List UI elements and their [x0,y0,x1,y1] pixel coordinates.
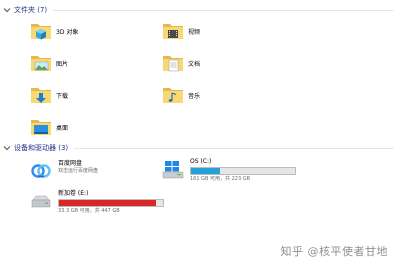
drive-e[interactable]: 新加卷 (E:) 33.3 GB 可用，共 447 GB [30,190,164,215]
baidu-netdisk-item[interactable]: 百度网盘 双击运行百度网盘 [30,160,98,182]
chevron-down-icon[interactable] [2,5,12,15]
folder-pictures[interactable]: 图片 [30,50,68,76]
pictures-folder-icon [30,52,52,74]
folder-downloads[interactable]: 下载 [30,82,68,108]
folder-label: 文档 [188,60,201,68]
videos-folder-icon [162,20,184,42]
folder-label: 下载 [56,92,69,100]
section-divider [53,9,394,11]
folder-label: 音乐 [188,92,201,100]
storage-usage-bar [190,167,296,175]
folder-music[interactable]: 音乐 [162,82,200,108]
drives-section-title: 设备和驱动器 (3) [14,144,69,152]
folders-section-header[interactable]: 文件夹 (7) [0,3,400,17]
folder-label: 3D 对象 [56,28,79,36]
folder-desktop[interactable]: 桌面 [30,114,68,140]
downloads-folder-icon [30,84,52,106]
storage-usage-bar [58,199,164,207]
storage-usage-fill [59,200,156,206]
documents-folder-icon [162,52,184,74]
drives-section-header[interactable]: 设备和驱动器 (3) [0,141,400,155]
windows-drive-icon [162,158,184,180]
zhihu-watermark: 知乎 @核平使者甘地 [280,245,388,258]
folders-section-title: 文件夹 (7) [14,6,48,14]
drive-c[interactable]: OS (C:) 161 GB 可用，共 223 GB [162,158,296,183]
drive-name: 百度网盘 [58,160,83,167]
section-divider [74,147,394,149]
hard-drive-icon [30,190,52,212]
music-folder-icon [162,84,184,106]
chevron-down-icon[interactable] [2,143,12,153]
folder-documents[interactable]: 文档 [162,50,200,76]
drive-subtitle: 双击运行百度网盘 [58,168,99,174]
folder-label: 视频 [188,28,201,36]
drive-usage-text: 33.3 GB 可用，共 447 GB [58,208,120,214]
folder-label: 图片 [56,60,69,68]
folder-videos[interactable]: 视频 [162,18,200,44]
3d-objects-folder-icon [30,20,52,42]
storage-usage-fill [191,168,221,174]
drive-name: 新加卷 (E:) [58,190,89,197]
drive-name: OS (C:) [190,158,212,165]
folder-3d-objects[interactable]: 3D 对象 [30,18,78,44]
desktop-folder-icon [30,116,52,138]
folder-label: 桌面 [56,124,69,132]
drive-usage-text: 161 GB 可用，共 223 GB [190,176,251,182]
baidu-netdisk-icon [30,160,52,182]
